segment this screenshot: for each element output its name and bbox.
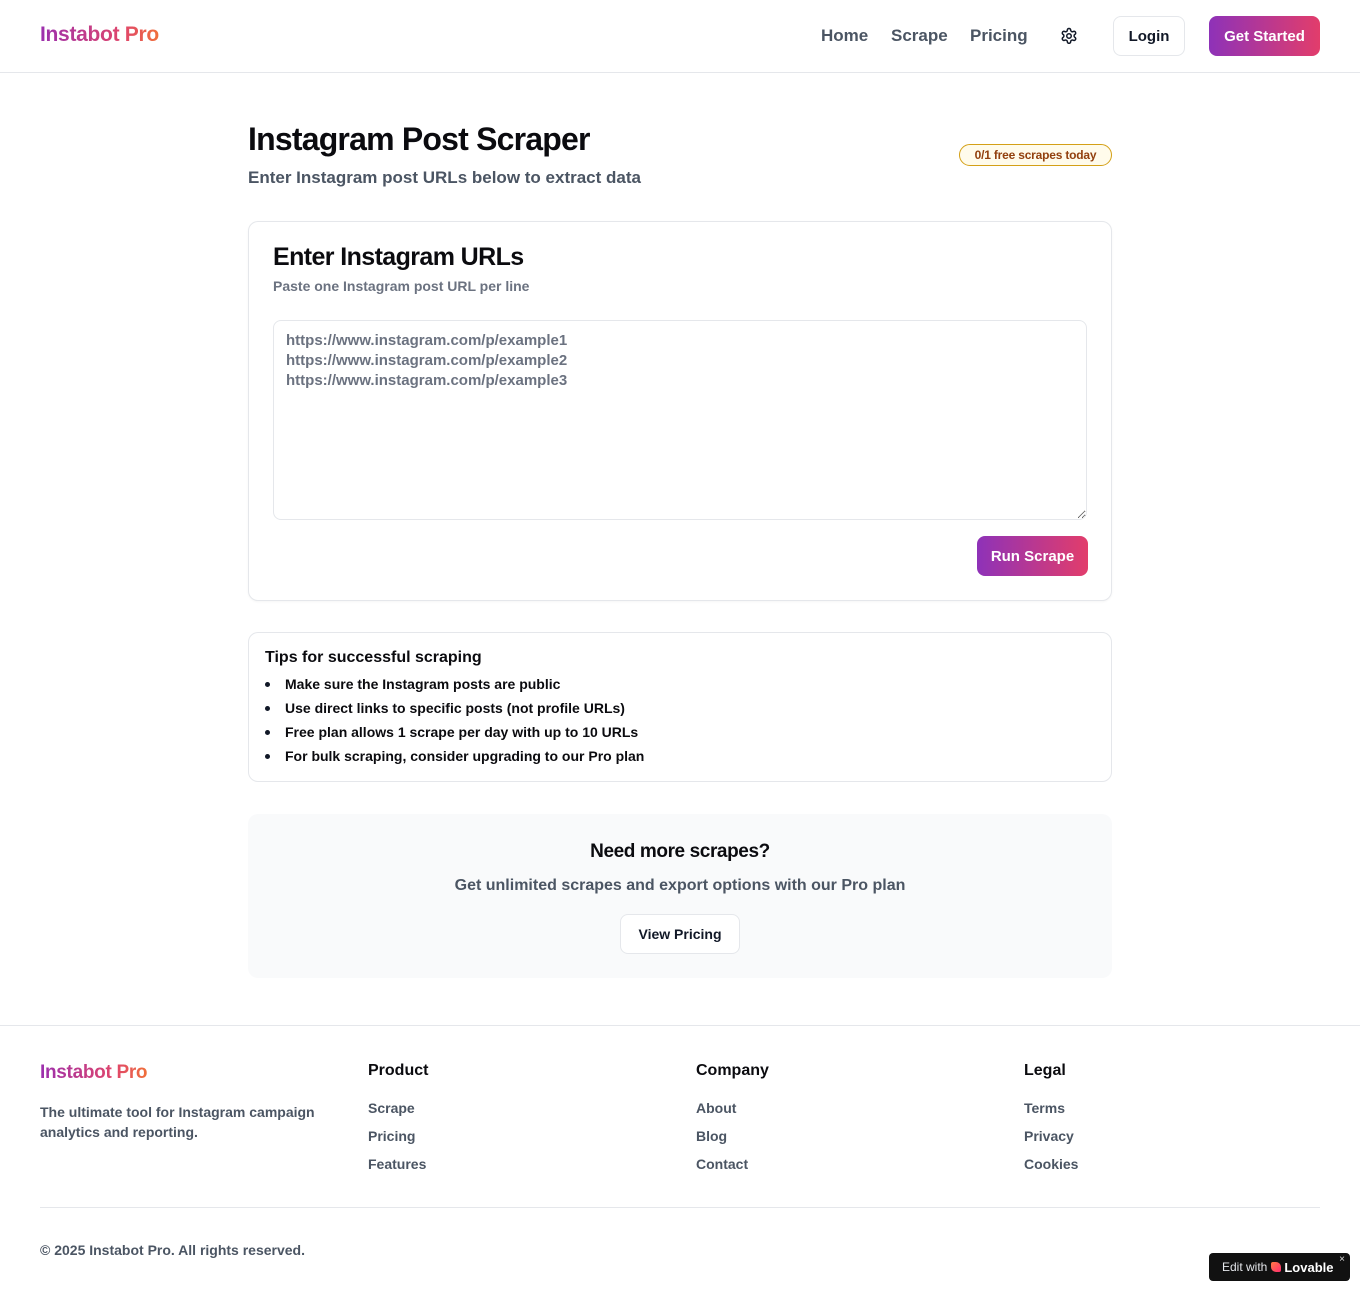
- tips-card: Tips for successful scraping Make sure t…: [248, 632, 1112, 782]
- footer-link-contact[interactable]: Contact: [696, 1155, 769, 1183]
- page-title: Instagram Post Scraper: [248, 121, 590, 157]
- footer: Instabot Pro The ultimate tool for Insta…: [0, 1025, 1360, 1293]
- footer-tagline: The ultimate tool for Instagram campaign…: [40, 1104, 315, 1140]
- url-textarea[interactable]: [273, 320, 1087, 520]
- footer-link-scrape[interactable]: Scrape: [368, 1099, 428, 1127]
- url-input-card: Enter Instagram URLs Paste one Instagram…: [248, 221, 1112, 601]
- login-button[interactable]: Login: [1113, 16, 1185, 56]
- footer-column-product: Product Scrape Pricing Features: [368, 1062, 428, 1183]
- nav-home[interactable]: Home: [821, 26, 868, 46]
- upsell-description: Get unlimited scrapes and export options…: [454, 877, 906, 894]
- footer-heading: Company: [696, 1062, 769, 1079]
- heart-icon: [1271, 1262, 1282, 1272]
- list-item: Free plan allows 1 scrape per day with u…: [265, 723, 644, 747]
- logo[interactable]: Instabot Pro: [40, 23, 159, 47]
- list-item: Use direct links to specific posts (not …: [265, 699, 644, 723]
- top-navbar: Instabot Pro Home Scrape Pricing Login G…: [0, 0, 1360, 73]
- page-subtitle: Enter Instagram post URLs below to extra…: [248, 168, 641, 187]
- quota-badge: 0/1 free scrapes today: [959, 144, 1112, 166]
- footer-column-legal: Legal Terms Privacy Cookies: [1024, 1062, 1078, 1183]
- upsell-title: Need more scrapes?: [590, 841, 770, 862]
- get-started-button[interactable]: Get Started: [1209, 16, 1320, 56]
- footer-heading: Product: [368, 1062, 429, 1079]
- upsell-panel: Need more scrapes? Get unlimited scrapes…: [248, 814, 1112, 978]
- card-title: Enter Instagram URLs: [273, 243, 524, 271]
- list-item: Make sure the Instagram posts are public: [265, 675, 644, 699]
- footer-link-blog[interactable]: Blog: [696, 1127, 769, 1155]
- view-pricing-button[interactable]: View Pricing: [620, 914, 740, 954]
- footer-logo[interactable]: Instabot Pro: [40, 1062, 148, 1084]
- edit-with-lovable-badge[interactable]: Edit with Lovable ×: [1209, 1253, 1350, 1281]
- card-description: Paste one Instagram post URL per line: [273, 278, 530, 294]
- gear-icon[interactable]: [1060, 27, 1078, 45]
- footer-link-cookies[interactable]: Cookies: [1024, 1155, 1078, 1183]
- footer-link-terms[interactable]: Terms: [1024, 1099, 1078, 1127]
- footer-heading: Legal: [1024, 1062, 1066, 1079]
- nav-pricing[interactable]: Pricing: [970, 26, 1028, 46]
- nav-scrape[interactable]: Scrape: [891, 26, 948, 46]
- copyright: © 2025 Instabot Pro. All rights reserved…: [40, 1242, 305, 1258]
- footer-link-pricing[interactable]: Pricing: [368, 1127, 428, 1155]
- run-scrape-button[interactable]: Run Scrape: [977, 536, 1088, 576]
- tips-title: Tips for successful scraping: [265, 649, 482, 666]
- footer-link-features[interactable]: Features: [368, 1155, 428, 1183]
- badge-prefix: Edit with: [1222, 1260, 1268, 1274]
- tips-list: Make sure the Instagram posts are public…: [265, 675, 644, 771]
- list-item: For bulk scraping, consider upgrading to…: [265, 747, 644, 771]
- badge-brand: Lovable: [1284, 1259, 1334, 1275]
- close-icon[interactable]: ×: [1339, 1254, 1345, 1265]
- footer-link-about[interactable]: About: [696, 1099, 769, 1127]
- footer-column-company: Company About Blog Contact: [696, 1062, 769, 1183]
- footer-divider: [40, 1207, 1320, 1208]
- footer-link-privacy[interactable]: Privacy: [1024, 1127, 1078, 1155]
